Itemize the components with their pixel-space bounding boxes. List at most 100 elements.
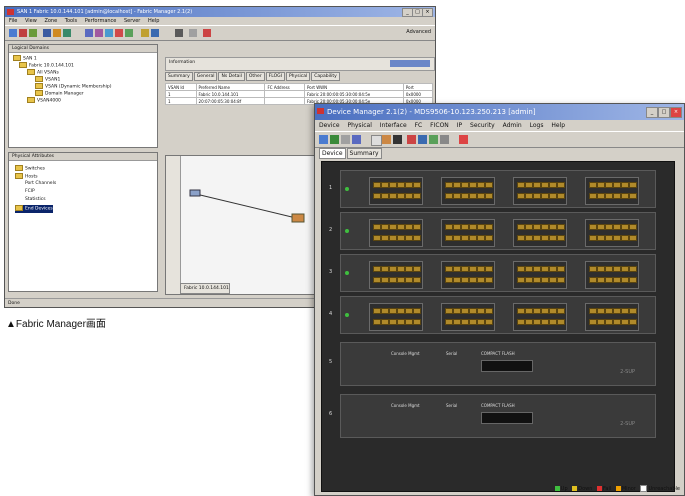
fc-port[interactable]: [517, 224, 525, 230]
fc-port[interactable]: [373, 224, 381, 230]
fc-port[interactable]: [613, 193, 621, 199]
menu-view[interactable]: View: [25, 18, 37, 24]
tab-general[interactable]: General: [193, 72, 218, 81]
fc-port[interactable]: [517, 235, 525, 241]
find-icon[interactable]: [189, 29, 197, 37]
fc-port[interactable]: [469, 266, 477, 272]
fc-port[interactable]: [605, 235, 613, 241]
fc-port[interactable]: [557, 266, 565, 272]
fc-port[interactable]: [381, 277, 389, 283]
fc-port[interactable]: [461, 266, 469, 272]
fc-port[interactable]: [605, 266, 613, 272]
open-icon[interactable]: [9, 29, 17, 37]
fc-port[interactable]: [525, 235, 533, 241]
fc-port[interactable]: [605, 308, 613, 314]
fc-port[interactable]: [453, 319, 461, 325]
fc-port[interactable]: [461, 182, 469, 188]
tree-node[interactable]: Statistics: [25, 197, 46, 203]
fc-port[interactable]: [597, 319, 605, 325]
fc-port[interactable]: [525, 266, 533, 272]
fc-port[interactable]: [469, 224, 477, 230]
close-icon[interactable]: ×: [422, 8, 433, 17]
fc-port[interactable]: [525, 319, 533, 325]
fc-port[interactable]: [541, 182, 549, 188]
fc-port[interactable]: [621, 277, 629, 283]
fc-port[interactable]: [445, 235, 453, 241]
fc-port[interactable]: [549, 182, 557, 188]
fc-port[interactable]: [621, 235, 629, 241]
menu-tools[interactable]: Tools: [65, 18, 77, 24]
tab-physical[interactable]: Physical: [285, 72, 311, 81]
menu-server[interactable]: Server: [124, 18, 140, 24]
fc-port[interactable]: [389, 319, 397, 325]
menu-help[interactable]: Help: [148, 18, 159, 24]
fc-port[interactable]: [533, 224, 541, 230]
map-tab[interactable]: Fabric 10.0.144.101: [180, 283, 230, 294]
refresh-icon[interactable]: [19, 29, 27, 37]
fc-port[interactable]: [477, 308, 485, 314]
fc-port[interactable]: [389, 193, 397, 199]
fc-port[interactable]: [461, 319, 469, 325]
fc-port[interactable]: [477, 319, 485, 325]
fc-port[interactable]: [621, 182, 629, 188]
fc-port[interactable]: [477, 182, 485, 188]
menu-admin[interactable]: Admin: [503, 122, 522, 129]
tab-other[interactable]: Other: [245, 72, 265, 81]
fc-port[interactable]: [445, 319, 453, 325]
log-icon[interactable]: [429, 135, 438, 144]
maximize-icon[interactable]: □: [658, 107, 670, 118]
table-row[interactable]: 1 Fabric 10.0.144.101 Fabric 20:00:00:05…: [165, 90, 434, 98]
menu-zone[interactable]: Zone: [44, 18, 57, 24]
line-card-module[interactable]: 2: [329, 212, 656, 250]
fc-port[interactable]: [557, 319, 565, 325]
fc-port[interactable]: [525, 193, 533, 199]
fc-port[interactable]: [549, 308, 557, 314]
fc-port[interactable]: [605, 182, 613, 188]
fc-port[interactable]: [541, 277, 549, 283]
fc-port[interactable]: [373, 266, 381, 272]
fc-port[interactable]: [605, 319, 613, 325]
fc-port[interactable]: [589, 266, 597, 272]
fc-port[interactable]: [413, 319, 421, 325]
fc-port[interactable]: [445, 182, 453, 188]
information-button[interactable]: Information: [169, 60, 195, 65]
fc-port[interactable]: [413, 224, 421, 230]
fc-port[interactable]: [405, 319, 413, 325]
column-header[interactable]: VSAN Id: [165, 83, 197, 91]
print-icon[interactable]: [341, 135, 350, 144]
tab-summary[interactable]: Summary: [165, 72, 193, 81]
advanced-toggle[interactable]: Advanced: [406, 29, 431, 35]
menu-fc[interactable]: FC: [415, 122, 423, 129]
print-icon[interactable]: [29, 29, 37, 37]
zone-icon[interactable]: [53, 29, 61, 37]
fc-port[interactable]: [405, 235, 413, 241]
wizard-icon[interactable]: [85, 29, 93, 37]
fc-port[interactable]: [397, 319, 405, 325]
fc-port[interactable]: [517, 182, 525, 188]
menu-physical[interactable]: Physical: [347, 122, 371, 129]
fc-port[interactable]: [453, 182, 461, 188]
fc-port[interactable]: [525, 308, 533, 314]
fc-port[interactable]: [477, 193, 485, 199]
fc-port[interactable]: [629, 224, 637, 230]
fc-port[interactable]: [381, 319, 389, 325]
vsan-icon[interactable]: [63, 29, 71, 37]
fc-port[interactable]: [373, 308, 381, 314]
fc-port[interactable]: [397, 266, 405, 272]
device-icon[interactable]: [393, 135, 402, 144]
fc-port[interactable]: [613, 224, 621, 230]
fc-port[interactable]: [381, 224, 389, 230]
fc-port[interactable]: [621, 266, 629, 272]
fc-port[interactable]: [381, 308, 389, 314]
fc-port[interactable]: [373, 182, 381, 188]
fc-port[interactable]: [469, 182, 477, 188]
fc-port[interactable]: [533, 193, 541, 199]
fc-port[interactable]: [461, 308, 469, 314]
fc-port[interactable]: [485, 308, 493, 314]
fc-port[interactable]: [629, 266, 637, 272]
network-icon[interactable]: [105, 29, 113, 37]
fc-port[interactable]: [541, 266, 549, 272]
menu-device[interactable]: Device: [319, 122, 340, 129]
tab-flogi[interactable]: FLOGI: [265, 72, 285, 81]
fc-port[interactable]: [469, 235, 477, 241]
